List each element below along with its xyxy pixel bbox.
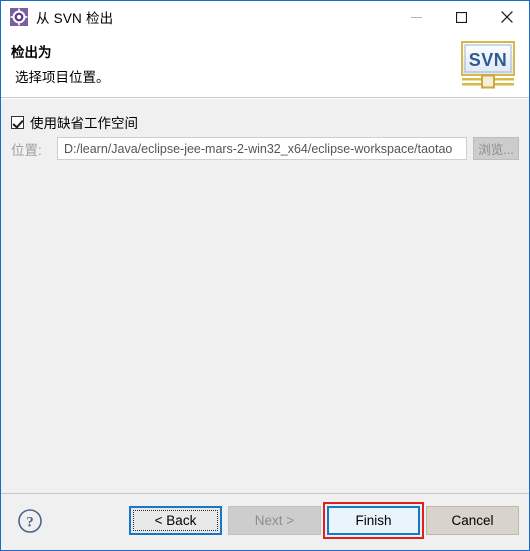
location-row: 位置: 浏览... <box>11 137 519 160</box>
location-label: 位置: <box>11 142 42 158</box>
svg-text:SVN: SVN <box>469 50 508 70</box>
svg-text:?: ? <box>26 515 34 531</box>
next-button-label: Next > <box>254 513 295 528</box>
back-button[interactable]: < Back <box>129 506 222 535</box>
svn-checkout-dialog: 从 SVN 检出 检出为 选择项目位置。 SVN 使用缺省工作空间 位置: D:… <box>0 0 530 551</box>
browse-button[interactable]: 浏览... <box>473 137 519 160</box>
finish-button-label: Finish <box>355 513 392 528</box>
title-bar: 从 SVN 检出 <box>1 1 529 33</box>
wizard-header: 检出为 选择项目位置。 SVN <box>1 33 529 98</box>
page-description: 选择项目位置。 <box>15 70 110 85</box>
use-default-workspace-row[interactable]: 使用缺省工作空间 <box>11 112 138 132</box>
window-title: 从 SVN 检出 <box>36 11 114 26</box>
next-button[interactable]: Next > <box>228 506 321 535</box>
wizard-body: 使用缺省工作空间 位置: 浏览... <box>1 98 529 493</box>
svn-repository-icon <box>10 8 28 26</box>
wizard-footer: ? < Back Next > Finish Cancel <box>1 493 529 550</box>
finish-button[interactable]: Finish <box>323 502 424 539</box>
use-default-workspace-label: 使用缺省工作空间 <box>30 116 138 131</box>
maximize-button[interactable] <box>439 1 484 33</box>
location-input[interactable] <box>57 137 467 160</box>
page-title: 检出为 <box>11 45 52 60</box>
wizard-button-row: < Back Next > Finish Cancel <box>129 502 519 539</box>
minimize-button[interactable] <box>394 1 439 33</box>
focus-ring <box>133 510 218 531</box>
svn-banner-logo: SVN <box>461 41 515 89</box>
use-default-workspace-checkbox[interactable] <box>11 115 24 129</box>
cancel-button[interactable]: Cancel <box>426 506 519 535</box>
window-controls <box>394 1 529 33</box>
cancel-button-label: Cancel <box>451 513 494 528</box>
help-button[interactable]: ? <box>17 508 43 534</box>
close-button[interactable] <box>484 1 529 33</box>
